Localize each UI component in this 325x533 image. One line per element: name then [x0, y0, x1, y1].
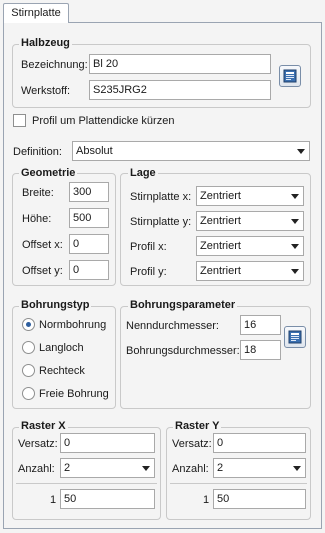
- raster-y-anzahl-select[interactable]: 2: [213, 458, 306, 478]
- raster-x-anzahl-label: Anzahl:: [18, 463, 55, 475]
- bezeichnung-label: Bezeichnung:: [21, 59, 88, 71]
- breite-label: Breite:: [22, 187, 54, 199]
- raster-y-title: Raster Y: [173, 420, 222, 433]
- definition-label: Definition:: [13, 146, 62, 158]
- chevron-down-icon: [297, 149, 305, 154]
- werkstoff-field[interactable]: S235JRG2: [89, 80, 271, 100]
- raster-y-row-index: 1: [203, 494, 210, 506]
- bezeichnung-field[interactable]: Bl 20: [89, 54, 271, 74]
- stirnplatte-y-label: Stirnplatte y:: [130, 216, 192, 228]
- stirnplatte-x-select[interactable]: Zentriert: [196, 186, 304, 206]
- profil-y-value: Zentriert: [200, 265, 241, 277]
- offset-y-label: Offset y:: [22, 265, 63, 277]
- raster-x-versatz-field[interactable]: 0: [60, 433, 155, 453]
- geometrie-title: Geometrie: [19, 167, 78, 180]
- profil-kuerzen-checkbox[interactable]: [13, 114, 26, 127]
- lage-title: Lage: [128, 167, 158, 180]
- raster-y-divider: [170, 483, 307, 484]
- raster-x-row-field[interactable]: 50: [60, 489, 155, 509]
- radio-langloch[interactable]: [22, 341, 35, 354]
- chevron-down-icon: [142, 466, 150, 471]
- raster-y-row-field[interactable]: 50: [213, 489, 306, 509]
- raster-x-anzahl-select[interactable]: 2: [60, 458, 155, 478]
- radio-normbohrung-label: Normbohrung: [39, 319, 107, 331]
- radio-freie-bohrung-label: Freie Bohrung: [39, 388, 109, 400]
- radio-langloch-label: Langloch: [39, 342, 84, 354]
- stirnplatte-x-label: Stirnplatte x:: [130, 191, 192, 203]
- radio-rechteck[interactable]: [22, 364, 35, 377]
- offset-x-field[interactable]: 0: [69, 234, 109, 254]
- profil-x-label: Profil x:: [130, 241, 167, 253]
- catalog-book-icon: [283, 69, 297, 83]
- chevron-down-icon: [293, 466, 301, 471]
- raster-x-row-index: 1: [50, 494, 57, 506]
- raster-x-versatz-label: Versatz:: [18, 438, 58, 450]
- radio-rechteck-label: Rechteck: [39, 365, 85, 377]
- chevron-down-icon: [291, 269, 299, 274]
- raster-x-anzahl-value: 2: [64, 462, 71, 474]
- stirnplatte-x-value: Zentriert: [200, 190, 241, 202]
- chevron-down-icon: [291, 244, 299, 249]
- halbzeug-title: Halbzeug: [19, 37, 72, 50]
- definition-select[interactable]: Absolut: [72, 141, 310, 161]
- profil-x-value: Zentriert: [200, 240, 241, 252]
- raster-y-versatz-label: Versatz:: [172, 438, 212, 450]
- stirnplatte-y-value: Zentriert: [200, 215, 241, 227]
- raster-y-anzahl-label: Anzahl:: [172, 463, 209, 475]
- offset-x-label: Offset x:: [22, 239, 63, 251]
- raster-x-divider: [16, 483, 157, 484]
- offset-y-field[interactable]: 0: [69, 260, 109, 280]
- raster-y-anzahl-value: 2: [217, 462, 224, 474]
- bohrungstyp-title: Bohrungstyp: [19, 299, 92, 312]
- raster-x-title: Raster X: [19, 420, 68, 433]
- stirnplatte-y-select[interactable]: Zentriert: [196, 211, 304, 231]
- radio-normbohrung[interactable]: [22, 318, 35, 331]
- catalog-book-button[interactable]: [279, 65, 301, 87]
- hoehe-field[interactable]: 500: [69, 208, 109, 228]
- definition-value: Absolut: [76, 145, 113, 157]
- profil-y-label: Profil y:: [130, 266, 167, 278]
- breite-field[interactable]: 300: [69, 182, 109, 202]
- werkstoff-label: Werkstoff:: [21, 85, 71, 97]
- chevron-down-icon: [291, 194, 299, 199]
- bohrungsdurchmesser-field[interactable]: 18: [240, 340, 281, 360]
- hoehe-label: Höhe:: [22, 213, 52, 225]
- nenndurchmesser-field[interactable]: 16: [240, 315, 281, 335]
- raster-y-versatz-field[interactable]: 0: [213, 433, 306, 453]
- profil-y-select[interactable]: Zentriert: [196, 261, 304, 281]
- profil-x-select[interactable]: Zentriert: [196, 236, 304, 256]
- tab-stirnplatte[interactable]: Stirnplatte: [3, 3, 69, 23]
- nenndurchmesser-label: Nenndurchmesser:: [126, 320, 219, 332]
- bohrungsdurchmesser-label: Bohrungsdurchmesser:: [126, 345, 240, 357]
- bohrungsparameter-title: Bohrungsparameter: [128, 299, 238, 312]
- profil-kuerzen-label: Profil um Plattendicke kürzen: [32, 115, 175, 127]
- radio-freie-bohrung[interactable]: [22, 387, 35, 400]
- chevron-down-icon: [291, 219, 299, 224]
- catalog-book-icon: [288, 330, 302, 344]
- bohrung-catalog-button[interactable]: [284, 326, 306, 348]
